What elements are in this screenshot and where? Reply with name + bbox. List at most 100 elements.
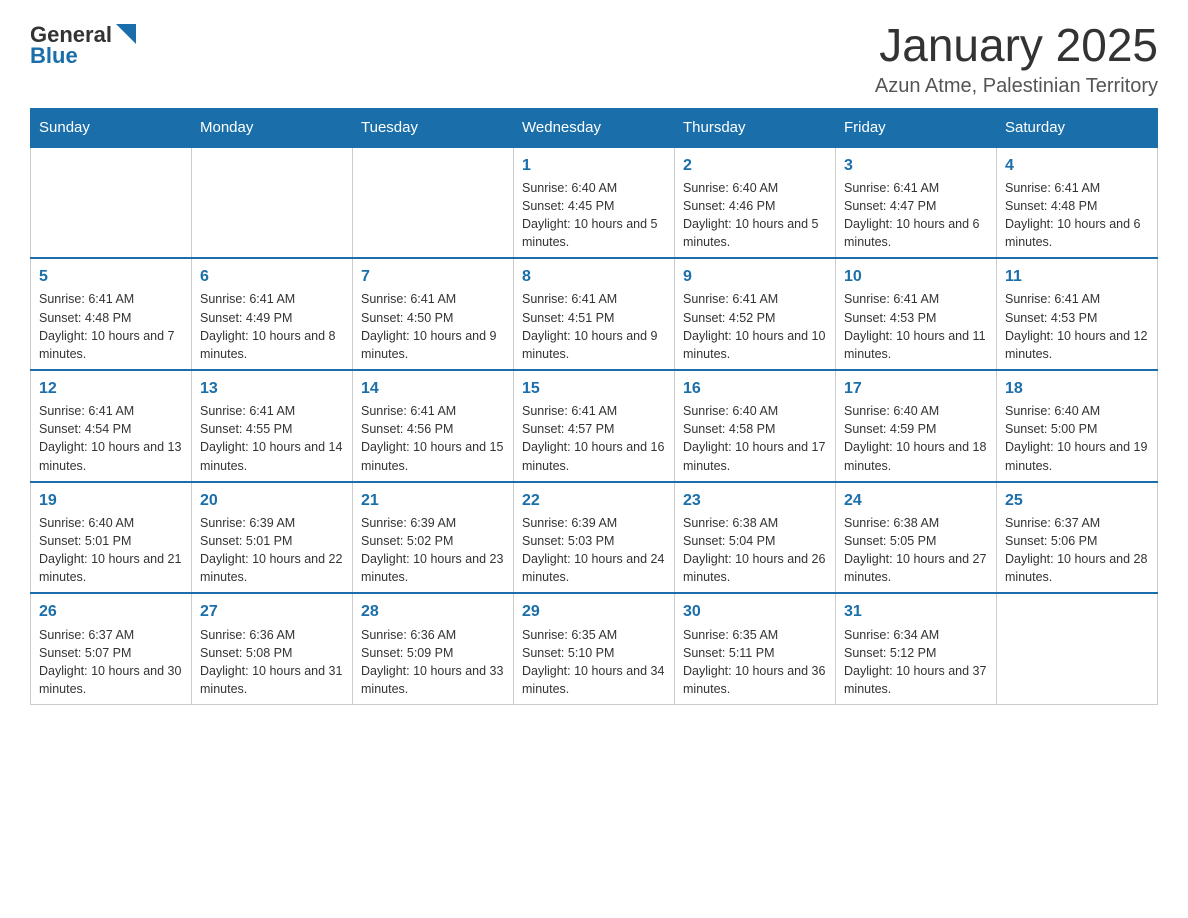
- sunset-text: Sunset: 5:06 PM: [1005, 532, 1149, 550]
- sunset-text: Sunset: 5:01 PM: [200, 532, 344, 550]
- calendar-cell: 3Sunrise: 6:41 AMSunset: 4:47 PMDaylight…: [836, 147, 997, 259]
- sunrise-text: Sunrise: 6:40 AM: [844, 402, 988, 420]
- daylight-text: Daylight: 10 hours and 21 minutes.: [39, 550, 183, 586]
- sunrise-text: Sunrise: 6:40 AM: [683, 402, 827, 420]
- sunset-text: Sunset: 4:47 PM: [844, 197, 988, 215]
- sunset-text: Sunset: 4:53 PM: [1005, 309, 1149, 327]
- day-number: 20: [200, 489, 344, 512]
- calendar-cell: [31, 147, 192, 259]
- day-number: 30: [683, 600, 827, 623]
- calendar-cell: 4Sunrise: 6:41 AMSunset: 4:48 PMDaylight…: [997, 147, 1158, 259]
- sunrise-text: Sunrise: 6:41 AM: [522, 290, 666, 308]
- header-day-wednesday: Wednesday: [514, 108, 675, 147]
- daylight-text: Daylight: 10 hours and 23 minutes.: [361, 550, 505, 586]
- header-day-thursday: Thursday: [675, 108, 836, 147]
- sunrise-text: Sunrise: 6:41 AM: [522, 402, 666, 420]
- daylight-text: Daylight: 10 hours and 12 minutes.: [1005, 327, 1149, 363]
- calendar-cell: 18Sunrise: 6:40 AMSunset: 5:00 PMDayligh…: [997, 370, 1158, 482]
- sunrise-text: Sunrise: 6:41 AM: [361, 402, 505, 420]
- calendar-cell: 20Sunrise: 6:39 AMSunset: 5:01 PMDayligh…: [192, 482, 353, 594]
- sunrise-text: Sunrise: 6:41 AM: [200, 402, 344, 420]
- sunrise-text: Sunrise: 6:41 AM: [200, 290, 344, 308]
- calendar-cell: 27Sunrise: 6:36 AMSunset: 5:08 PMDayligh…: [192, 593, 353, 704]
- calendar-body: 1Sunrise: 6:40 AMSunset: 4:45 PMDaylight…: [31, 147, 1158, 705]
- header-day-monday: Monday: [192, 108, 353, 147]
- calendar-week-3: 12Sunrise: 6:41 AMSunset: 4:54 PMDayligh…: [31, 370, 1158, 482]
- day-number: 5: [39, 265, 183, 288]
- day-number: 23: [683, 489, 827, 512]
- day-number: 10: [844, 265, 988, 288]
- sunset-text: Sunset: 5:03 PM: [522, 532, 666, 550]
- day-number: 4: [1005, 154, 1149, 177]
- sunset-text: Sunset: 4:55 PM: [200, 420, 344, 438]
- calendar-cell: 23Sunrise: 6:38 AMSunset: 5:04 PMDayligh…: [675, 482, 836, 594]
- calendar-cell: 24Sunrise: 6:38 AMSunset: 5:05 PMDayligh…: [836, 482, 997, 594]
- daylight-text: Daylight: 10 hours and 10 minutes.: [683, 327, 827, 363]
- header-day-saturday: Saturday: [997, 108, 1158, 147]
- calendar-cell: 10Sunrise: 6:41 AMSunset: 4:53 PMDayligh…: [836, 258, 997, 370]
- calendar-cell: 6Sunrise: 6:41 AMSunset: 4:49 PMDaylight…: [192, 258, 353, 370]
- day-number: 11: [1005, 265, 1149, 288]
- calendar-cell: 15Sunrise: 6:41 AMSunset: 4:57 PMDayligh…: [514, 370, 675, 482]
- day-number: 13: [200, 377, 344, 400]
- location-title: Azun Atme, Palestinian Territory: [875, 75, 1158, 98]
- calendar-cell: 19Sunrise: 6:40 AMSunset: 5:01 PMDayligh…: [31, 482, 192, 594]
- logo-triangle-icon: [116, 24, 136, 44]
- day-number: 3: [844, 154, 988, 177]
- daylight-text: Daylight: 10 hours and 11 minutes.: [844, 327, 988, 363]
- calendar-cell: 30Sunrise: 6:35 AMSunset: 5:11 PMDayligh…: [675, 593, 836, 704]
- sunset-text: Sunset: 5:12 PM: [844, 644, 988, 662]
- sunrise-text: Sunrise: 6:41 AM: [844, 179, 988, 197]
- sunrise-text: Sunrise: 6:41 AM: [844, 290, 988, 308]
- calendar-week-2: 5Sunrise: 6:41 AMSunset: 4:48 PMDaylight…: [31, 258, 1158, 370]
- daylight-text: Daylight: 10 hours and 27 minutes.: [844, 550, 988, 586]
- calendar-week-4: 19Sunrise: 6:40 AMSunset: 5:01 PMDayligh…: [31, 482, 1158, 594]
- sunrise-text: Sunrise: 6:36 AM: [361, 626, 505, 644]
- daylight-text: Daylight: 10 hours and 36 minutes.: [683, 662, 827, 698]
- day-number: 16: [683, 377, 827, 400]
- sunset-text: Sunset: 5:04 PM: [683, 532, 827, 550]
- month-title: January 2025: [875, 20, 1158, 71]
- calendar-cell: 16Sunrise: 6:40 AMSunset: 4:58 PMDayligh…: [675, 370, 836, 482]
- daylight-text: Daylight: 10 hours and 7 minutes.: [39, 327, 183, 363]
- day-number: 24: [844, 489, 988, 512]
- sunrise-text: Sunrise: 6:34 AM: [844, 626, 988, 644]
- sunrise-text: Sunrise: 6:41 AM: [683, 290, 827, 308]
- calendar-cell: 28Sunrise: 6:36 AMSunset: 5:09 PMDayligh…: [353, 593, 514, 704]
- day-number: 22: [522, 489, 666, 512]
- daylight-text: Daylight: 10 hours and 9 minutes.: [522, 327, 666, 363]
- sunset-text: Sunset: 4:48 PM: [1005, 197, 1149, 215]
- calendar-cell: 11Sunrise: 6:41 AMSunset: 4:53 PMDayligh…: [997, 258, 1158, 370]
- calendar-week-5: 26Sunrise: 6:37 AMSunset: 5:07 PMDayligh…: [31, 593, 1158, 704]
- daylight-text: Daylight: 10 hours and 37 minutes.: [844, 662, 988, 698]
- day-number: 17: [844, 377, 988, 400]
- daylight-text: Daylight: 10 hours and 5 minutes.: [522, 215, 666, 251]
- sunrise-text: Sunrise: 6:37 AM: [1005, 514, 1149, 532]
- sunset-text: Sunset: 5:07 PM: [39, 644, 183, 662]
- calendar-cell: 22Sunrise: 6:39 AMSunset: 5:03 PMDayligh…: [514, 482, 675, 594]
- day-number: 1: [522, 154, 666, 177]
- day-number: 29: [522, 600, 666, 623]
- daylight-text: Daylight: 10 hours and 33 minutes.: [361, 662, 505, 698]
- daylight-text: Daylight: 10 hours and 9 minutes.: [361, 327, 505, 363]
- sunset-text: Sunset: 5:00 PM: [1005, 420, 1149, 438]
- sunrise-text: Sunrise: 6:38 AM: [683, 514, 827, 532]
- sunset-text: Sunset: 5:01 PM: [39, 532, 183, 550]
- calendar-cell: 21Sunrise: 6:39 AMSunset: 5:02 PMDayligh…: [353, 482, 514, 594]
- calendar-cell: 31Sunrise: 6:34 AMSunset: 5:12 PMDayligh…: [836, 593, 997, 704]
- sunrise-text: Sunrise: 6:41 AM: [1005, 179, 1149, 197]
- sunset-text: Sunset: 5:02 PM: [361, 532, 505, 550]
- sunset-text: Sunset: 4:51 PM: [522, 309, 666, 327]
- calendar-header: SundayMondayTuesdayWednesdayThursdayFrid…: [31, 108, 1158, 147]
- sunset-text: Sunset: 4:57 PM: [522, 420, 666, 438]
- page-header: General Blue January 2025 Azun Atme, Pal…: [30, 20, 1158, 98]
- sunset-text: Sunset: 5:10 PM: [522, 644, 666, 662]
- sunrise-text: Sunrise: 6:41 AM: [39, 402, 183, 420]
- calendar-cell: 17Sunrise: 6:40 AMSunset: 4:59 PMDayligh…: [836, 370, 997, 482]
- calendar-cell: [997, 593, 1158, 704]
- daylight-text: Daylight: 10 hours and 22 minutes.: [200, 550, 344, 586]
- sunrise-text: Sunrise: 6:41 AM: [39, 290, 183, 308]
- daylight-text: Daylight: 10 hours and 34 minutes.: [522, 662, 666, 698]
- calendar-cell: 5Sunrise: 6:41 AMSunset: 4:48 PMDaylight…: [31, 258, 192, 370]
- sunrise-text: Sunrise: 6:35 AM: [522, 626, 666, 644]
